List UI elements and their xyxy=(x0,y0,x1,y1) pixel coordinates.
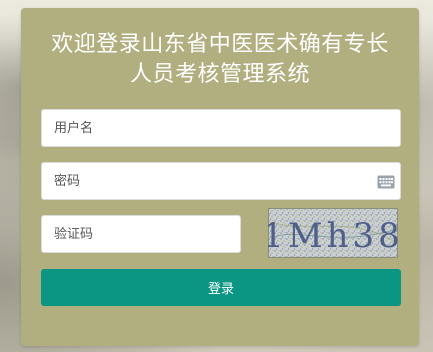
captcha-input[interactable] xyxy=(42,216,240,252)
password-field[interactable] xyxy=(41,162,401,200)
captcha-field[interactable] xyxy=(41,215,241,253)
login-panel: 欢迎登录山东省中医医术确有专长人员考核管理系统 用户名 验证码 1Mh38 登录 xyxy=(21,8,419,346)
captcha-image[interactable]: 1Mh38 xyxy=(262,208,400,258)
login-button[interactable]: 登录 xyxy=(41,269,401,306)
keyboard-icon[interactable] xyxy=(377,174,395,189)
captcha-text: 1Mh38 xyxy=(268,216,398,256)
password-input[interactable] xyxy=(42,163,400,199)
username-input[interactable] xyxy=(42,110,400,146)
username-field[interactable] xyxy=(41,109,401,147)
page-title: 欢迎登录山东省中医医术确有专长人员考核管理系统 xyxy=(51,32,389,87)
